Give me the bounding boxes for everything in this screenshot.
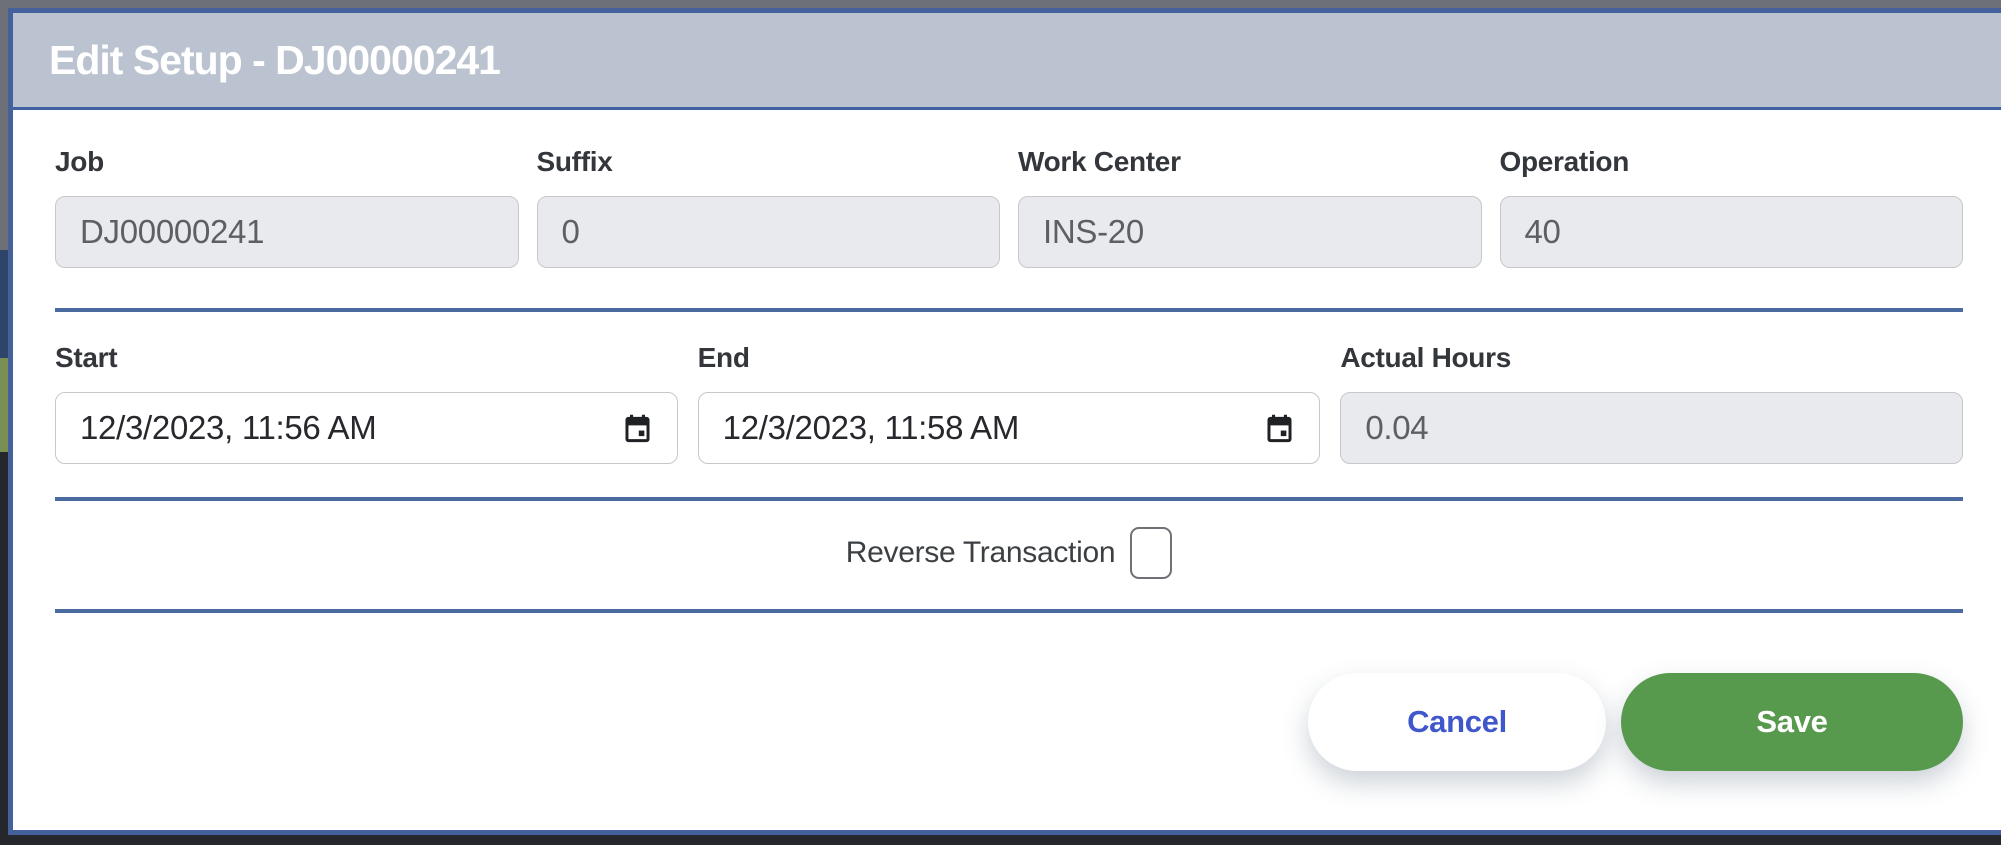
work-center-value: INS-20 xyxy=(1043,213,1144,250)
job-input: DJ00000241 xyxy=(55,196,519,268)
dialog-actions: Cancel Save xyxy=(55,673,1963,771)
end-datetime-input[interactable]: 12/3/2023, 11:58 AM xyxy=(697,392,1321,464)
start-datetime-input[interactable]: 12/3/2023, 11:56 AM xyxy=(55,392,678,464)
operation-value: 40 xyxy=(1524,213,1561,250)
field-work-center: Work Center INS-20 xyxy=(1018,146,1482,268)
dialog-body: Job DJ00000241 Suffix 0 Work Center INS-… xyxy=(13,110,2001,830)
suffix-input: 0 xyxy=(536,196,1000,268)
backdrop-top-strip xyxy=(0,0,2001,8)
field-actual-hours: Actual Hours 0.04 xyxy=(1340,342,1963,464)
backdrop-segment-navy xyxy=(0,250,8,358)
field-job: Job DJ00000241 xyxy=(55,146,519,268)
edit-setup-dialog: Edit Setup - DJ00000241 Job DJ00000241 S… xyxy=(8,8,2001,835)
job-value: DJ00000241 xyxy=(80,213,265,250)
operation-label: Operation xyxy=(1499,146,1630,177)
work-center-input: INS-20 xyxy=(1018,196,1482,268)
calendar-icon[interactable] xyxy=(1264,412,1295,445)
start-datetime-value: 12/3/2023, 11:56 AM xyxy=(80,409,377,446)
operation-input: 40 xyxy=(1499,196,1963,268)
backdrop-left-strip xyxy=(0,0,8,845)
end-label: End xyxy=(697,342,750,373)
cancel-button[interactable]: Cancel xyxy=(1308,673,1606,771)
calendar-icon[interactable] xyxy=(622,412,653,445)
field-operation: Operation 40 xyxy=(1499,146,1963,268)
start-label: Start xyxy=(55,342,118,373)
job-label: Job xyxy=(55,146,104,177)
divider xyxy=(55,609,1963,613)
time-row: Start 12/3/2023, 11:56 AM End 12/3/2023,… xyxy=(55,342,1963,464)
suffix-value: 0 xyxy=(561,213,580,250)
field-start: Start 12/3/2023, 11:56 AM xyxy=(55,342,678,464)
backdrop-segment-olive xyxy=(0,358,8,452)
divider xyxy=(55,497,1963,501)
divider xyxy=(55,308,1963,312)
reverse-transaction-label: Reverse Transaction xyxy=(845,536,1116,569)
field-end: End 12/3/2023, 11:58 AM xyxy=(697,342,1321,464)
actual-hours-input: 0.04 xyxy=(1340,392,1963,464)
save-button[interactable]: Save xyxy=(1621,673,1963,771)
actual-hours-label: Actual Hours xyxy=(1340,342,1511,373)
job-info-row: Job DJ00000241 Suffix 0 Work Center INS-… xyxy=(55,146,1963,268)
reverse-transaction-row: Reverse Transaction xyxy=(55,527,1963,579)
dialog-header: Edit Setup - DJ00000241 xyxy=(13,13,2001,110)
work-center-label: Work Center xyxy=(1018,146,1181,177)
suffix-label: Suffix xyxy=(536,146,613,177)
reverse-transaction-checkbox[interactable] xyxy=(1130,527,1173,579)
actual-hours-value: 0.04 xyxy=(1365,409,1429,446)
backdrop-segment-gray xyxy=(0,0,8,250)
end-datetime-value: 12/3/2023, 11:58 AM xyxy=(722,409,1020,446)
field-suffix: Suffix 0 xyxy=(536,146,1000,268)
backdrop-segment-charcoal xyxy=(0,452,8,845)
backdrop-bottom-strip xyxy=(0,835,2001,845)
dialog-title: Edit Setup - DJ00000241 xyxy=(49,36,501,83)
